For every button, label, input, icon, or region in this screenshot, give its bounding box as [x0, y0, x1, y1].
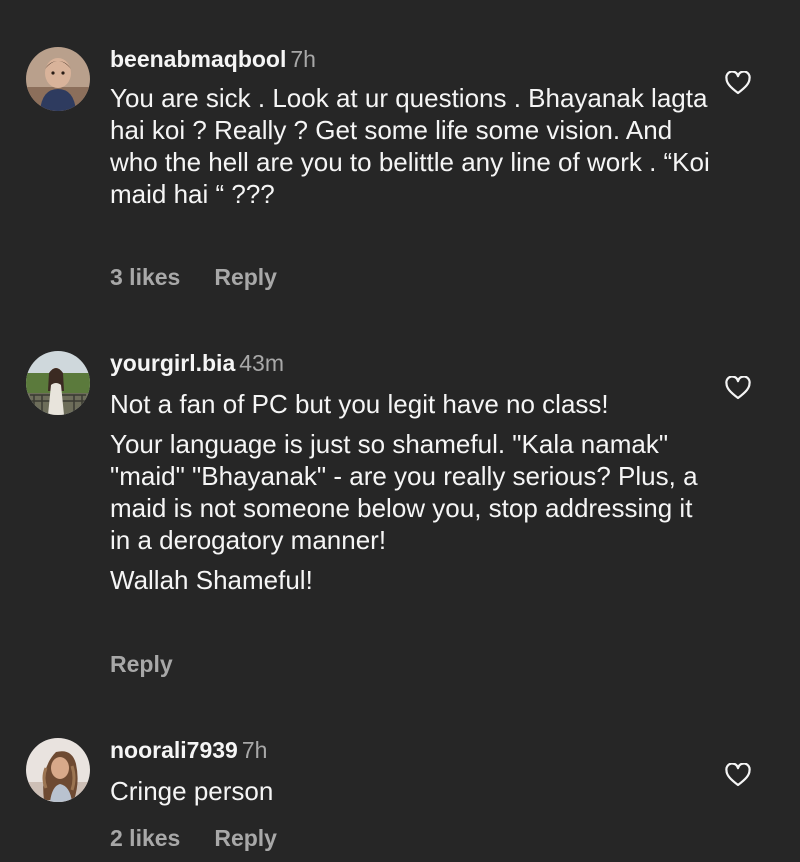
- likes-count[interactable]: 3 likes: [110, 264, 180, 290]
- comment-paragraph: Wallah Shameful!: [110, 565, 313, 595]
- baby-avatar-icon: [26, 47, 90, 111]
- username-text[interactable]: beenabmaqbool: [110, 46, 286, 72]
- username-text[interactable]: noorali7939: [110, 737, 238, 763]
- avatar[interactable]: [26, 351, 90, 415]
- username[interactable]: beenabmaqbool 7h: [110, 46, 316, 73]
- timestamp: 7h: [241, 737, 268, 763]
- reply-button[interactable]: Reply: [110, 651, 173, 677]
- comment-paragraph: Not a fan of PC but you legit have no cl…: [110, 389, 609, 419]
- heart-outline-icon[interactable]: [725, 376, 751, 400]
- comment-paragraph: You are sick . Look at ur questions . Bh…: [110, 83, 710, 209]
- avatar[interactable]: [26, 47, 90, 111]
- username[interactable]: yourgirl.bia 43m: [110, 350, 284, 377]
- comment-paragraph: Your language is just so shameful. "Kala…: [110, 429, 698, 555]
- reply-button[interactable]: Reply: [214, 264, 277, 290]
- comment-text: Not a fan of PC but you legit have no cl…: [110, 388, 710, 596]
- comment-actions: 2 likes Reply: [110, 825, 277, 852]
- woman-outdoor-avatar-icon: [26, 351, 90, 415]
- timestamp: 43m: [239, 350, 284, 376]
- avatar[interactable]: [26, 738, 90, 802]
- reply-button[interactable]: Reply: [214, 825, 277, 851]
- comment-paragraph: Cringe person: [110, 776, 274, 806]
- woman-curly-hair-avatar-icon: [26, 738, 90, 802]
- heart-outline-icon[interactable]: [725, 763, 751, 787]
- timestamp: 7h: [290, 46, 316, 72]
- comment-text: You are sick . Look at ur questions . Bh…: [110, 82, 710, 210]
- comment-actions: Reply: [110, 651, 173, 678]
- comment-actions: 3 likes Reply: [110, 264, 277, 291]
- heart-outline-icon[interactable]: [725, 71, 751, 95]
- username-text[interactable]: yourgirl.bia: [110, 350, 235, 376]
- username[interactable]: noorali7939 7h: [110, 737, 267, 764]
- likes-count[interactable]: 2 likes: [110, 825, 180, 851]
- comment-text: Cringe person: [110, 775, 710, 807]
